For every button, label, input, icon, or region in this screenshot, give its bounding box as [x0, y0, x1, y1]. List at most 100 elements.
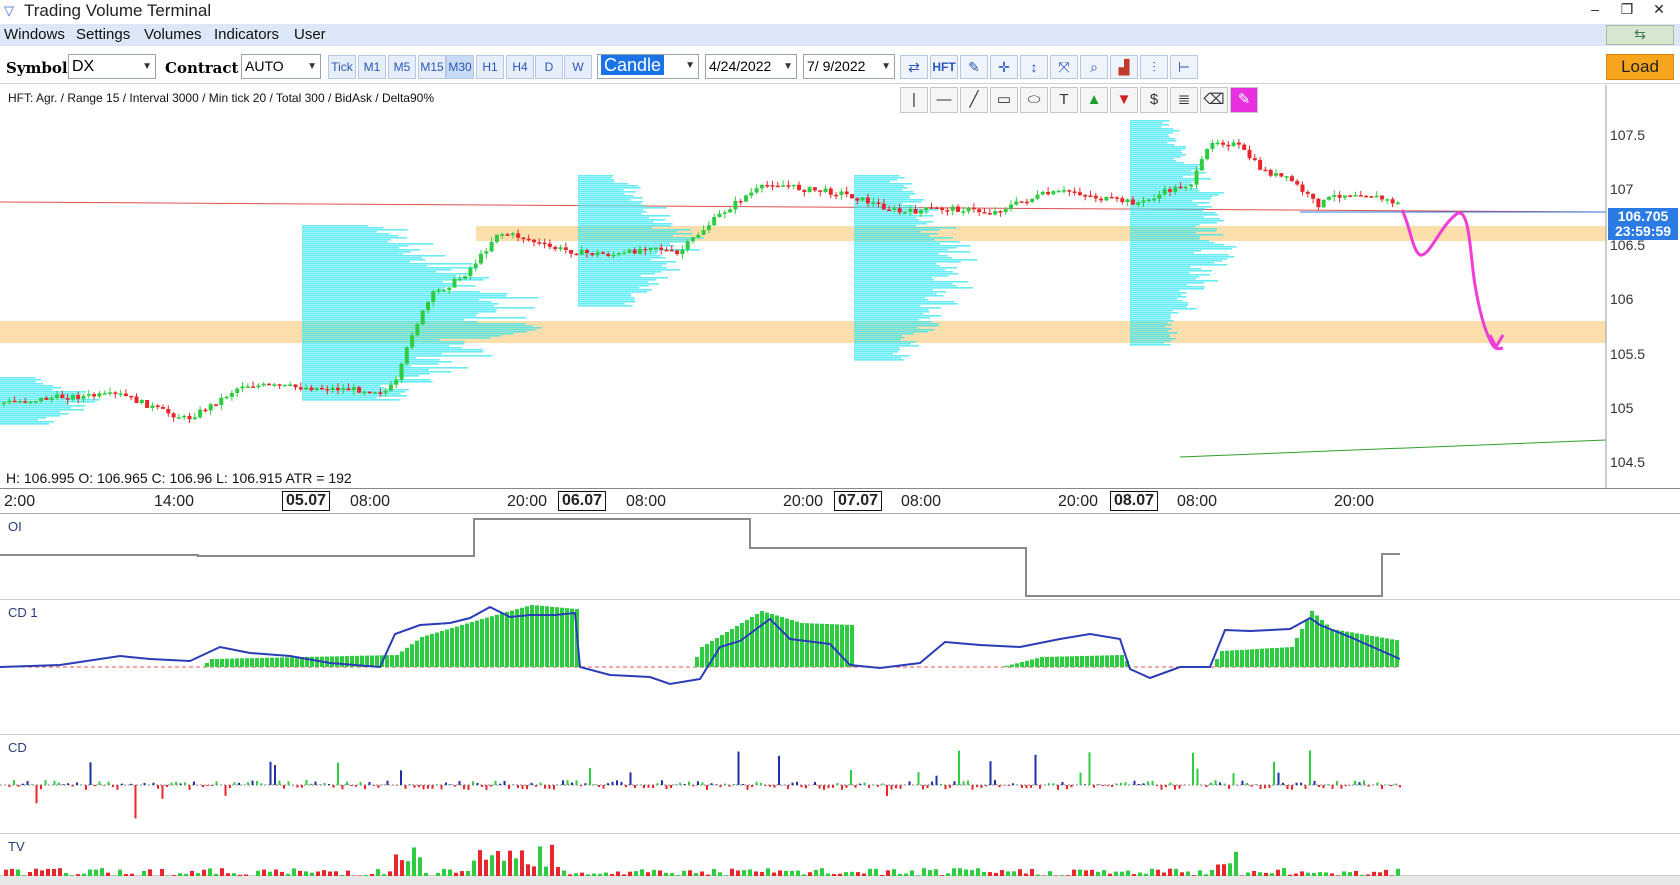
candle-body: [1056, 190, 1061, 193]
candle-body: [256, 385, 261, 388]
timeframe-h4[interactable]: H4: [506, 55, 534, 79]
cd1-bar: [555, 607, 559, 667]
menu-settings[interactable]: Settings: [76, 26, 130, 43]
profile-bar: [854, 287, 973, 289]
profile-bar: [578, 209, 644, 211]
cd-bar: [1205, 785, 1208, 788]
profile-bar: [578, 223, 673, 225]
arrow-down-icon[interactable]: ▼: [1110, 87, 1138, 113]
profile-bar: [854, 321, 932, 323]
ellipse-icon[interactable]: ⬭: [1020, 87, 1048, 113]
cd1-bar: [1250, 649, 1254, 667]
date-from-picker[interactable]: 4/24/2022 ▼: [705, 54, 797, 79]
oi-pane[interactable]: OI: [0, 515, 1680, 600]
cd-bar: [238, 782, 240, 785]
date-to-picker[interactable]: 7/ 9/2022 ▼: [803, 54, 895, 79]
cd-bar: [1174, 785, 1176, 790]
menu-indicators[interactable]: Indicators: [214, 26, 279, 43]
pen-icon[interactable]: ✎: [960, 55, 988, 79]
horizontal-line-icon[interactable]: —: [930, 87, 958, 113]
tv-bar: [1282, 868, 1286, 876]
candle-body: [441, 290, 446, 292]
timeframe-tick[interactable]: Tick: [328, 55, 356, 79]
symbol-select[interactable]: DX ▼: [68, 54, 156, 79]
hft-button[interactable]: HFT: [930, 55, 958, 79]
fibonacci-icon[interactable]: ≣: [1170, 87, 1198, 113]
profile-bar: [854, 331, 928, 333]
load-button[interactable]: Load: [1606, 54, 1674, 80]
cd-bar: [571, 782, 573, 785]
price-chart[interactable]: HFT: Agr. / Range 15 / Interval 3000 / M…: [0, 85, 1680, 488]
cd-bar: [98, 781, 101, 785]
timeframe-m15[interactable]: M15: [418, 55, 446, 79]
magnifier-icon[interactable]: ⌕: [1080, 55, 1108, 79]
rectangle-icon[interactable]: ▭: [990, 87, 1018, 113]
profile-bar: [854, 239, 935, 241]
fit-icon[interactable]: ⤧: [1050, 55, 1078, 79]
menu-user[interactable]: User: [294, 26, 326, 43]
scroll-to-end-icon[interactable]: ⇄: [900, 55, 928, 79]
menu-windows[interactable]: Windows: [4, 26, 65, 43]
brush-icon[interactable]: ✎: [1230, 87, 1258, 113]
timeframe-m5[interactable]: M5: [388, 55, 416, 79]
candle-body: [86, 394, 91, 396]
profile-bar: [302, 369, 429, 371]
cd1-bar: [745, 620, 749, 667]
candle-body: [357, 387, 362, 393]
chart-type-select[interactable]: Candle ▼: [597, 54, 699, 79]
eraser-icon[interactable]: ⌫: [1200, 87, 1228, 113]
tv-bar: [400, 860, 404, 876]
timeframe-m1[interactable]: M1: [358, 55, 386, 79]
candle-body: [717, 213, 722, 217]
restore-icon[interactable]: ❐: [1614, 1, 1640, 21]
profile-bar: [1130, 272, 1190, 274]
cd-pane[interactable]: CD: [0, 736, 1680, 834]
chart-settings-icon[interactable]: ▟: [1110, 55, 1138, 79]
profile-bar: [1130, 176, 1183, 178]
profile-bar: [1130, 294, 1182, 296]
vertical-line-icon[interactable]: |: [900, 87, 928, 113]
profile-bar: [854, 217, 917, 219]
profile-bar: [578, 241, 690, 243]
candle-body: [463, 276, 468, 279]
cd1-pane[interactable]: CD 1: [0, 601, 1680, 735]
close-icon[interactable]: ✕: [1646, 1, 1672, 21]
timeframe-m30[interactable]: M30: [446, 55, 474, 79]
arrow-up-icon[interactable]: ▲: [1080, 87, 1108, 113]
timeframe-w[interactable]: W: [564, 55, 592, 79]
profile-bar: [1130, 248, 1233, 250]
profile-bar: [578, 191, 636, 193]
trend-line-icon[interactable]: ╱: [960, 87, 988, 113]
cd1-bar: [1300, 629, 1304, 667]
profile-bar: [302, 289, 444, 291]
timeframe-h1[interactable]: H1: [476, 55, 504, 79]
price-chart-canvas[interactable]: [0, 85, 1680, 488]
range-icon[interactable]: ⊢: [1170, 55, 1198, 79]
tv-bar: [1216, 864, 1220, 876]
contract-select[interactable]: AUTO ▼: [241, 54, 321, 79]
tv-pane[interactable]: TV: [0, 835, 1680, 876]
crosshair-icon[interactable]: ✛: [990, 55, 1018, 79]
tv-bar: [478, 850, 482, 876]
symbol-tab-strip[interactable]: [0, 876, 1680, 885]
profile-bar: [302, 351, 484, 353]
sync-button[interactable]: ⇆: [1606, 25, 1674, 45]
cd1-bar: [835, 624, 839, 667]
dollar-icon[interactable]: $: [1140, 87, 1168, 113]
profile-bar: [1130, 282, 1205, 284]
volume-profile-icon[interactable]: ⫶: [1140, 55, 1168, 79]
menu-volumes[interactable]: Volumes: [144, 26, 202, 43]
profile-bar: [578, 279, 657, 281]
timeframe-d[interactable]: D: [535, 55, 563, 79]
cd-bar: [863, 782, 866, 785]
vertical-scale-icon[interactable]: ↕: [1020, 55, 1048, 79]
cd1-bar: [850, 625, 854, 667]
profile-bar: [302, 399, 400, 401]
candle-body: [807, 187, 812, 192]
cd-bar: [260, 783, 263, 785]
minimize-icon[interactable]: –: [1582, 1, 1608, 21]
text-icon[interactable]: T: [1050, 87, 1078, 113]
cd-bar: [1007, 785, 1010, 787]
cd-bar: [823, 785, 825, 790]
candle-body: [1279, 173, 1284, 177]
